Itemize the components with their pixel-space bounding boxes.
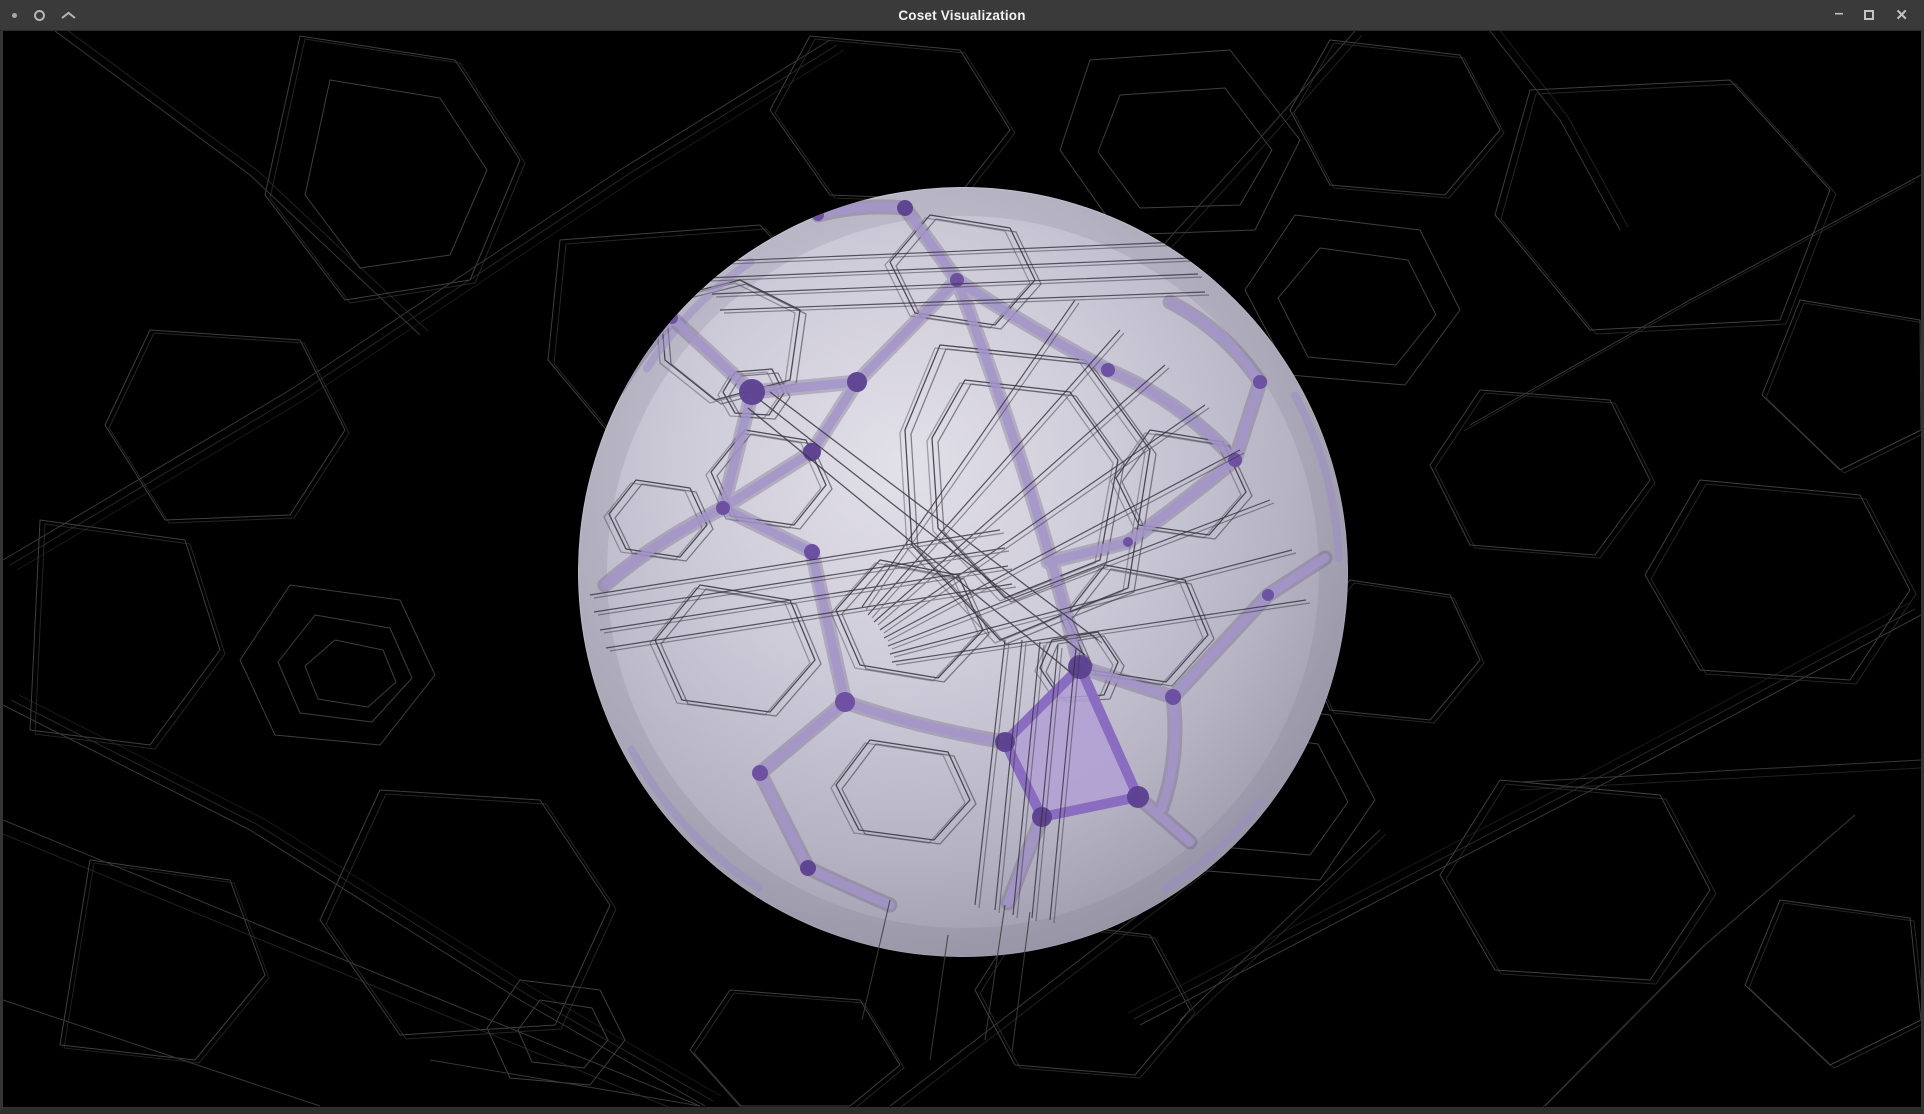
maximize-button[interactable]: [1864, 10, 1874, 20]
record-circle-icon[interactable]: [34, 10, 45, 21]
close-button[interactable]: ✕: [1895, 8, 1908, 23]
3d-viewport[interactable]: [0, 31, 1924, 1114]
window-title: Coset Visualization: [0, 8, 1924, 23]
chevron-up-icon[interactable]: [62, 11, 75, 19]
minimize-button[interactable]: –: [1835, 6, 1844, 21]
scene-svg: [3, 31, 1921, 1107]
titlebar[interactable]: Coset Visualization – ✕: [0, 0, 1924, 31]
menu-dot-icon[interactable]: [12, 13, 17, 18]
titlebar-left-icons: [12, 10, 75, 21]
window-controls: – ✕: [1835, 8, 1908, 23]
app-window: Coset Visualization – ✕: [0, 0, 1924, 1114]
